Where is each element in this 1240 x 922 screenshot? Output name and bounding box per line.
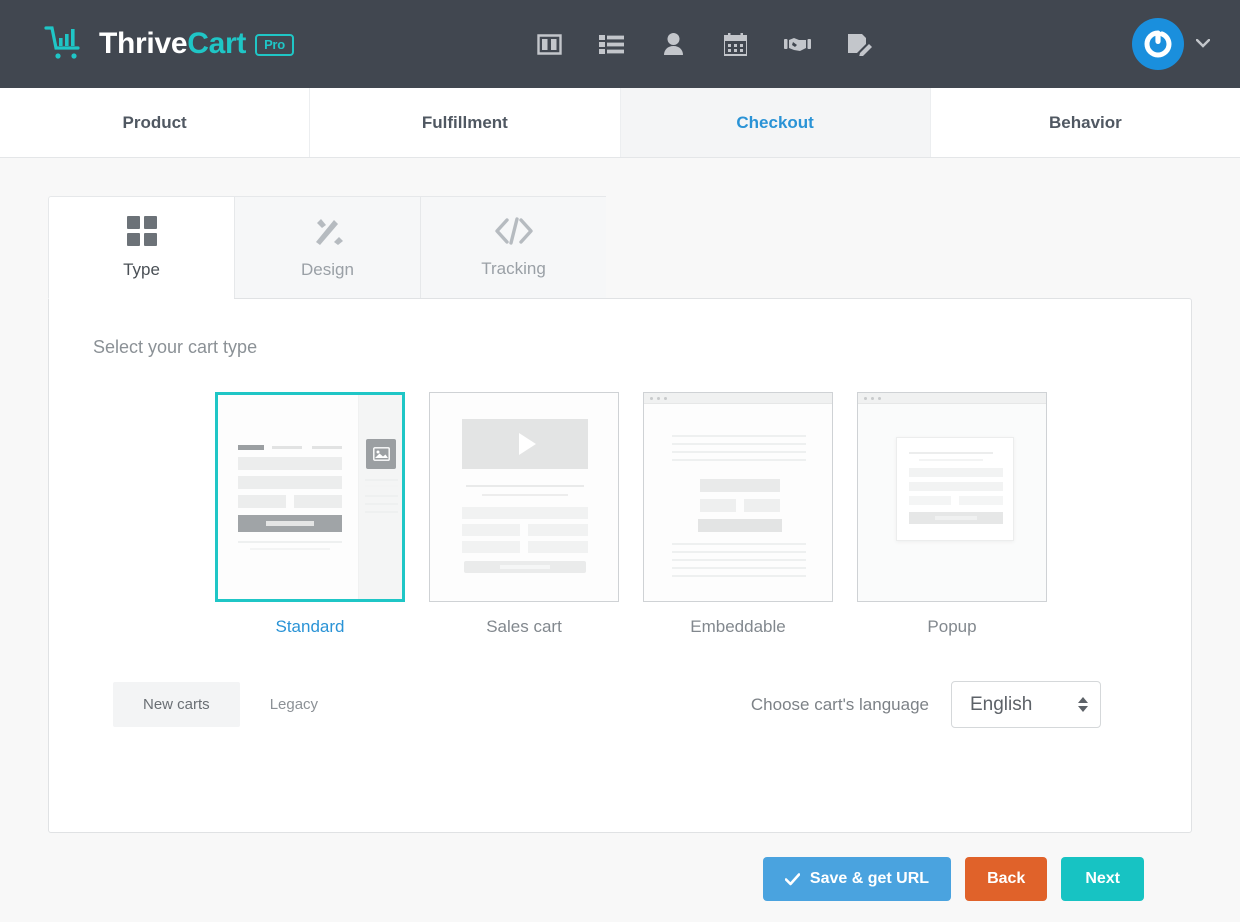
cart-type-option-popup[interactable]: Popup [845, 392, 1059, 637]
cart-type-option-sales-cart[interactable]: Sales cart [417, 392, 631, 637]
checkout-panel-wrapper: Type Design Tracking Select your cart ty… [48, 196, 1192, 833]
subtab-tracking[interactable]: Tracking [420, 196, 606, 299]
segment-legacy-label: Legacy [269, 696, 319, 713]
back-button[interactable]: Back [965, 857, 1048, 901]
brand-logo-group[interactable]: ThriveCart Pro [44, 24, 294, 64]
person-icon[interactable] [643, 19, 705, 69]
plan-badge: Pro [255, 34, 294, 56]
subtab-type[interactable]: Type [48, 196, 234, 299]
brand-name-secondary: Cart [187, 27, 247, 60]
header-icon-bar [519, 19, 891, 69]
save-and-get-url-label: Save & get URL [809, 870, 930, 887]
checkout-sub-tab-bar: Type Design Tracking [48, 196, 1192, 299]
cart-type-label-standard: Standard [275, 617, 345, 636]
browser-chrome-bar [644, 393, 832, 404]
standard-thumbnail [215, 392, 405, 602]
panel-bottom-row: New carts Legacy Choose cart's language … [93, 681, 1147, 728]
browser-chrome-bar [858, 393, 1046, 404]
cart-bars-logo-icon [44, 24, 88, 64]
language-selected-value: English [970, 693, 1033, 715]
cart-version-segment-control: New carts Legacy [113, 682, 348, 727]
tab-behavior[interactable]: Behavior [930, 88, 1240, 157]
subtab-type-label: Type [123, 259, 160, 279]
list-icon[interactable] [581, 19, 643, 69]
subtab-design[interactable]: Design [234, 196, 420, 299]
segment-new-carts[interactable]: New carts [113, 682, 240, 727]
sales-cart-thumbnail [429, 392, 619, 602]
cart-type-card-list: Standard Sales cart Embeddable Popup [93, 392, 1147, 637]
language-select[interactable]: English [951, 681, 1101, 728]
calendar-icon[interactable] [705, 19, 767, 69]
tab-product-label: Product [122, 112, 187, 132]
cart-type-label-embeddable: Embeddable [690, 617, 786, 636]
cart-type-label-popup: Popup [927, 617, 977, 636]
brand-name-primary: Thrive [99, 27, 188, 60]
subtab-design-label: Design [301, 259, 354, 279]
subtab-tracking-label: Tracking [481, 258, 546, 278]
dashboard-columns-icon[interactable] [519, 19, 581, 69]
grid-squares-icon [126, 215, 157, 251]
code-brackets-icon [494, 216, 533, 250]
popup-modal-region [896, 437, 1014, 541]
tab-fulfillment-label: Fulfillment [421, 112, 508, 132]
tab-fulfillment[interactable]: Fulfillment [310, 88, 621, 157]
cart-type-option-embeddable[interactable]: Embeddable [631, 392, 845, 637]
standard-sidebar-region [358, 395, 402, 599]
main-tab-bar: Product Fulfillment Checkout Behavior [0, 88, 1240, 158]
section-title: Select your cart type [93, 337, 258, 357]
cart-type-label-sales-cart: Sales cart [486, 617, 562, 636]
language-chooser-group: Choose cart's language English [751, 681, 1147, 728]
language-label: Choose cart's language [750, 694, 929, 714]
segment-legacy[interactable]: Legacy [240, 682, 348, 727]
check-icon [784, 872, 801, 887]
play-triangle-icon [518, 433, 536, 455]
popup-thumbnail [857, 392, 1047, 602]
brand-name: ThriveCart Pro [99, 27, 294, 61]
handshake-icon[interactable] [767, 19, 829, 69]
document-edit-icon[interactable] [829, 19, 891, 69]
next-button[interactable]: Next [1061, 857, 1144, 901]
video-placeholder [462, 419, 588, 469]
top-navigation-bar: ThriveCart Pro [0, 0, 1240, 88]
cart-type-option-standard[interactable]: Standard [203, 392, 417, 637]
standard-image-placeholder-icon [366, 439, 396, 469]
tab-behavior-label: Behavior [1049, 112, 1122, 132]
user-avatar-menu[interactable] [1132, 18, 1211, 70]
tab-checkout-label: Checkout [736, 112, 814, 132]
next-button-label: Next [1085, 870, 1120, 887]
power-circle-avatar-icon [1132, 18, 1184, 70]
chevron-down-icon [1195, 35, 1211, 53]
save-and-get-url-button[interactable]: Save & get URL [762, 857, 952, 901]
tab-checkout[interactable]: Checkout [620, 88, 931, 157]
embeddable-thumbnail [643, 392, 833, 602]
action-button-row: Save & get URL Back Next [48, 833, 1192, 901]
tab-product[interactable]: Product [0, 88, 311, 157]
spinner-up-down-icon [1078, 697, 1088, 712]
content-stage: Type Design Tracking Select your cart ty… [0, 158, 1240, 922]
brush-pencil-icon [312, 216, 344, 251]
segment-new-carts-label: New carts [143, 696, 210, 713]
back-button-label: Back [987, 870, 1026, 887]
cart-type-panel: Select your cart type Standard Sales car… [48, 298, 1192, 833]
